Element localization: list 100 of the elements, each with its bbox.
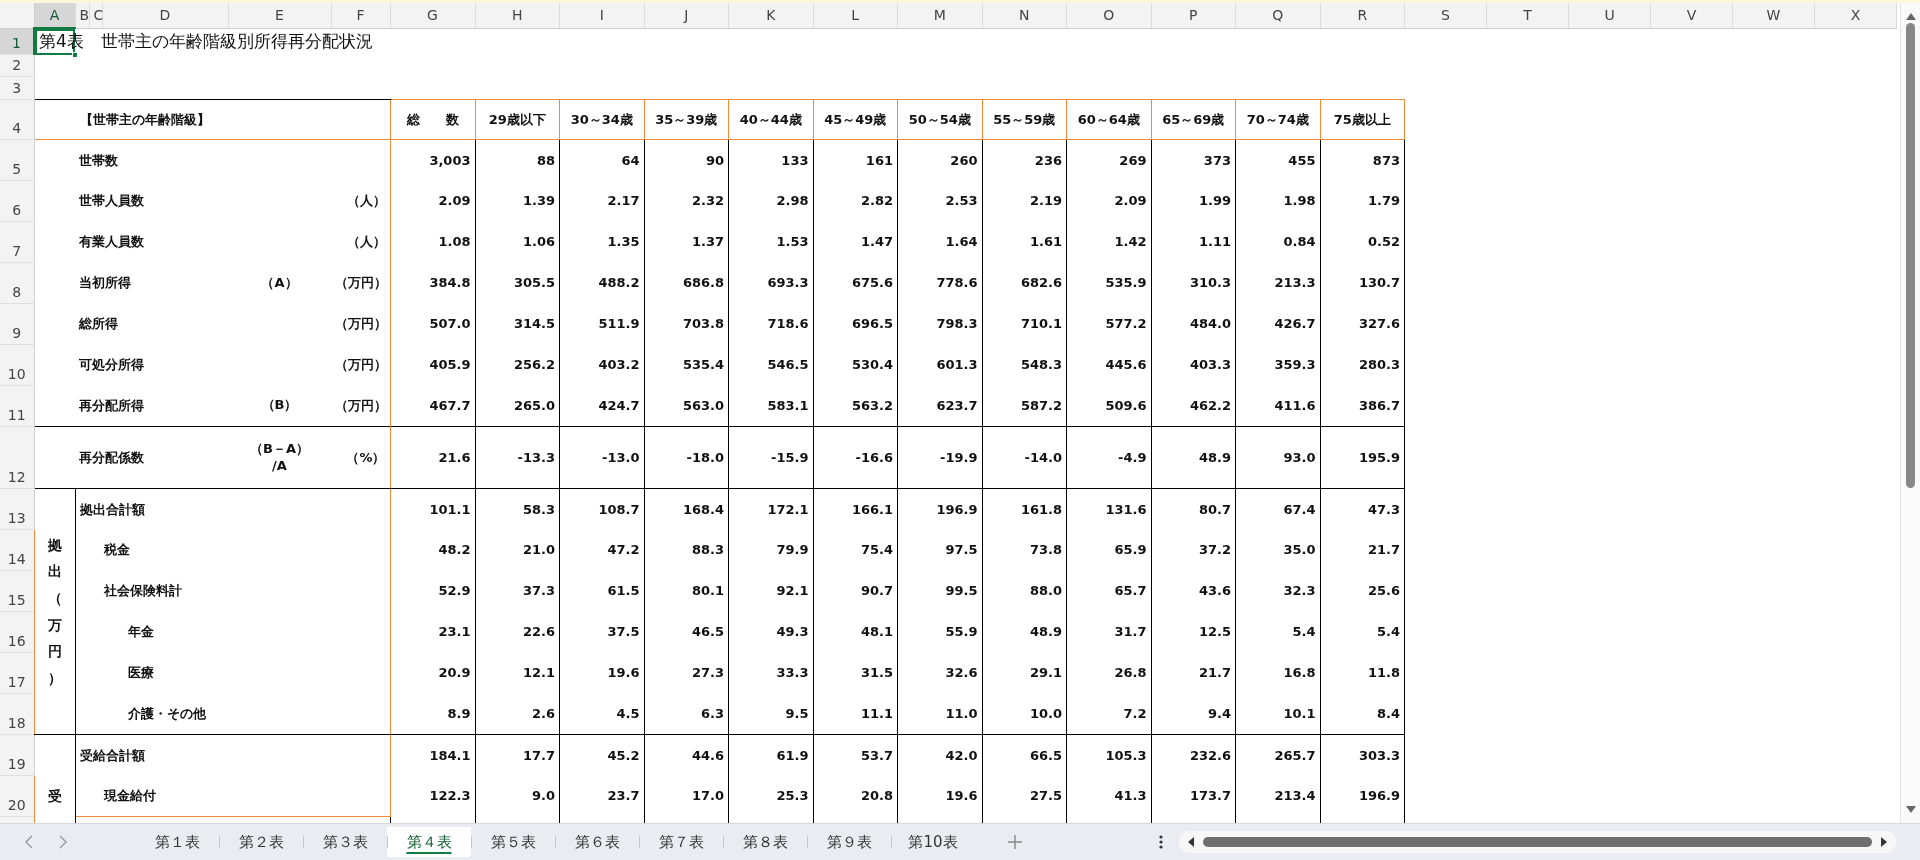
row-header[interactable]: 12: [0, 426, 34, 489]
group-label: 拠出（万円）: [47, 535, 62, 688]
scroll-down-icon[interactable]: [1904, 805, 1917, 815]
sheet-tab[interactable]: 第10表: [891, 826, 975, 858]
row-header[interactable]: 7: [0, 221, 34, 263]
row-label: 医療: [75, 652, 390, 694]
column-header[interactable]: X: [1814, 3, 1897, 28]
table-cell: 48.9: [1151, 426, 1236, 489]
column-heading: 65～69歳: [1151, 99, 1236, 140]
row-header[interactable]: 9: [0, 303, 34, 345]
table-cell: 623.7: [897, 385, 982, 427]
table-cell: 88.0: [982, 570, 1067, 612]
more-options-icon[interactable]: [1159, 835, 1163, 849]
scroll-up-icon[interactable]: [1904, 11, 1917, 21]
scrollbar-thumb[interactable]: [1203, 837, 1872, 847]
scroll-left-icon[interactable]: [1187, 836, 1195, 848]
column-header[interactable]: P: [1151, 3, 1236, 28]
column-header[interactable]: E: [228, 3, 331, 28]
table-cell: 44.6: [644, 734, 729, 776]
column-header[interactable]: M: [897, 3, 982, 28]
column-header[interactable]: I: [559, 3, 644, 28]
table-cell: 97.5: [897, 529, 982, 571]
fill-handle[interactable]: [72, 51, 78, 58]
sheet-tab[interactable]: 第５表: [471, 826, 555, 858]
sheet-tab[interactable]: 第４表: [387, 826, 471, 858]
row-header[interactable]: 20: [0, 775, 34, 817]
table-cell: 90: [644, 139, 729, 181]
row-header[interactable]: 10: [0, 344, 34, 386]
column-header[interactable]: K: [728, 3, 813, 28]
row-label: 再分配係数: [75, 426, 228, 489]
row-header[interactable]: 11: [0, 385, 34, 427]
table-cell: 4.5: [559, 693, 644, 735]
table-cell: 29.1: [982, 652, 1067, 694]
table-cell: 1.61: [982, 221, 1067, 263]
table-cell: 403.3: [1151, 344, 1236, 386]
sheet-tab[interactable]: 第７表: [639, 826, 723, 858]
table-cell: 93.0: [1235, 426, 1320, 489]
row-header[interactable]: 6: [0, 180, 34, 222]
table-cell: 66.5: [982, 734, 1067, 776]
table-cell: 35.0: [1235, 529, 1320, 571]
row-header[interactable]: 1: [0, 28, 34, 55]
table-cell: 511.9: [559, 303, 644, 345]
column-header[interactable]: F: [331, 3, 390, 28]
table-cell: 26.8: [1066, 652, 1151, 694]
table-cell: 535.9: [1066, 262, 1151, 304]
horizontal-scrollbar[interactable]: [1179, 831, 1896, 853]
row-header[interactable]: 18: [0, 693, 34, 735]
table-cell: 0.84: [1235, 221, 1320, 263]
column-header[interactable]: G: [390, 3, 475, 28]
column-header[interactable]: V: [1650, 3, 1733, 28]
column-header[interactable]: W: [1732, 3, 1815, 28]
table-cell: 1.06: [475, 221, 560, 263]
column-header[interactable]: N: [982, 3, 1067, 28]
column-header[interactable]: Q: [1235, 3, 1320, 28]
table-cell: 426.7: [1235, 303, 1320, 345]
table-cell: 280.3: [1320, 344, 1405, 386]
table-cell: 19.6: [559, 652, 644, 694]
table-cell: 75.4: [813, 529, 898, 571]
table-cell: -13.3: [475, 426, 560, 489]
table-cell: 563.2: [813, 385, 898, 427]
row-header[interactable]: 14: [0, 529, 34, 571]
column-header[interactable]: A: [34, 3, 75, 28]
sheet-tab[interactable]: 第２表: [219, 826, 303, 858]
sheet-tab[interactable]: 第１表: [135, 826, 219, 858]
column-header[interactable]: H: [475, 3, 560, 28]
column-heading: 45～49歳: [813, 99, 898, 140]
column-header[interactable]: R: [1320, 3, 1405, 28]
sheet-tab[interactable]: 第９表: [807, 826, 891, 858]
row-header[interactable]: 15: [0, 570, 34, 612]
table-cell: 703.8: [644, 303, 729, 345]
column-header[interactable]: U: [1568, 3, 1651, 28]
row-header[interactable]: 4: [0, 99, 34, 140]
table-cell: 17.0: [644, 775, 729, 817]
column-header[interactable]: S: [1404, 3, 1487, 28]
table-cell: -14.0: [982, 426, 1067, 489]
column-header[interactable]: O: [1066, 3, 1151, 28]
table-cell: 5.4: [1235, 611, 1320, 653]
row-header[interactable]: 16: [0, 611, 34, 653]
sheet-tab[interactable]: 第８表: [723, 826, 807, 858]
table-cell: 2.17: [559, 180, 644, 222]
column-header[interactable]: J: [644, 3, 729, 28]
sheet-tab[interactable]: 第３表: [303, 826, 387, 858]
table-cell: 303.3: [1320, 734, 1405, 776]
row-header[interactable]: 3: [0, 76, 34, 100]
row-header[interactable]: 5: [0, 139, 34, 181]
sheet-tab[interactable]: 第６表: [555, 826, 639, 858]
table-cell: 0.52: [1320, 221, 1405, 263]
row-header[interactable]: 17: [0, 652, 34, 694]
scroll-right-icon[interactable]: [1880, 836, 1888, 848]
row-header[interactable]: 13: [0, 488, 34, 530]
row-header[interactable]: 2: [0, 54, 34, 77]
table-cell: 2.19: [982, 180, 1067, 222]
column-header[interactable]: T: [1486, 3, 1569, 28]
table-cell: 46.5: [644, 611, 729, 653]
column-header[interactable]: D: [102, 3, 228, 28]
table-cell: 31.5: [813, 652, 898, 694]
row-header[interactable]: 8: [0, 262, 34, 304]
column-header[interactable]: L: [813, 3, 898, 28]
row-header[interactable]: 19: [0, 734, 34, 776]
scrollbar-thumb[interactable]: [1906, 23, 1915, 488]
